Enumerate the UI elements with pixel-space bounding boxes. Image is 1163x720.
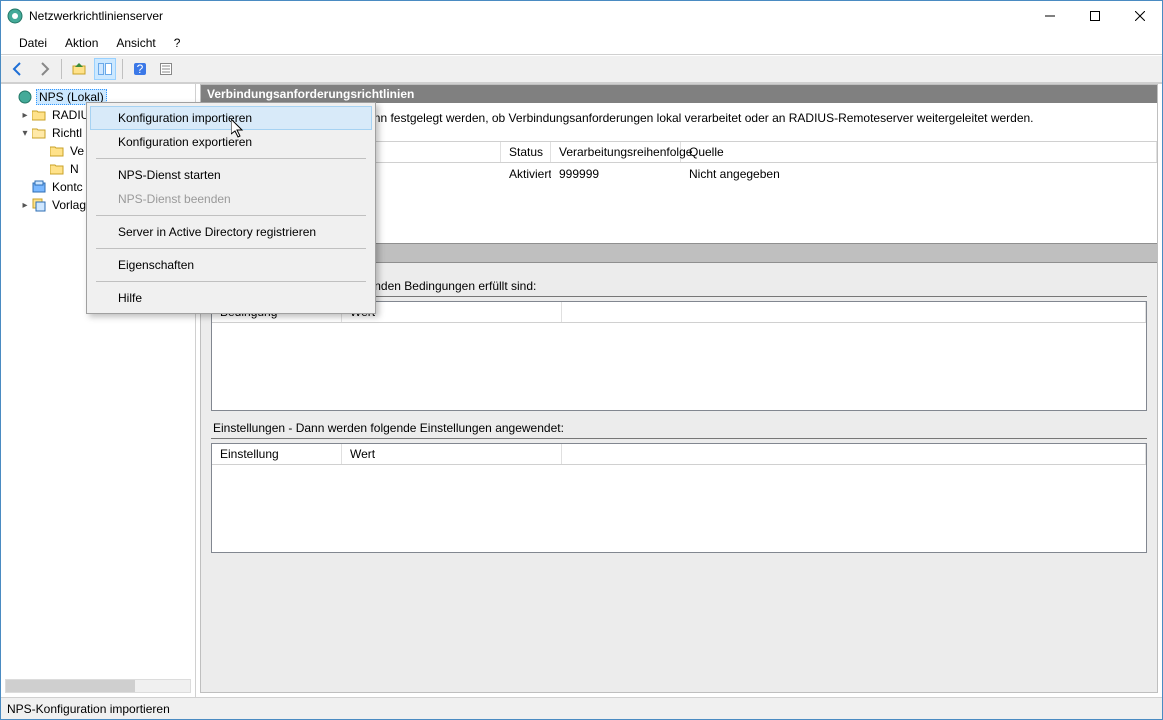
policy-source: Nicht angegeben	[681, 165, 1157, 183]
menu-file[interactable]: Datei	[11, 33, 55, 53]
cm-properties[interactable]: Eigenschaften	[90, 253, 372, 277]
settings-grid-header: Einstellung Wert	[212, 444, 1146, 465]
toolbar-separator	[61, 59, 62, 79]
details-pane: Bedingungen - Wenn die folgenden Bedingu…	[201, 263, 1157, 692]
expander-icon[interactable]: ▸	[19, 110, 31, 121]
titlebar: Netzwerkrichtlinienserver	[1, 1, 1162, 31]
section-title: Verbindungsanforderungsrichtlinien	[207, 87, 414, 101]
cm-separator	[96, 215, 366, 216]
expander-icon[interactable]: ▾	[19, 128, 31, 139]
conditions-col-spacer	[562, 302, 1146, 322]
tree-label: Ve	[68, 144, 86, 158]
menu-view[interactable]: Ansicht	[108, 33, 163, 53]
statusbar: NPS-Konfiguration importieren	[1, 697, 1162, 719]
cm-help[interactable]: Hilfe	[90, 286, 372, 310]
cm-import-config[interactable]: Konfiguration importieren	[90, 106, 372, 130]
maximize-button[interactable]	[1072, 1, 1117, 31]
context-menu: Konfiguration importieren Konfiguration …	[86, 102, 376, 314]
tree-label: Vorlag	[50, 198, 88, 212]
cm-separator	[96, 158, 366, 159]
menu-help[interactable]: ?	[166, 33, 189, 53]
settings-col-value[interactable]: Wert	[342, 444, 562, 464]
expander-icon[interactable]: ▸	[19, 200, 31, 211]
col-source[interactable]: Quelle	[681, 142, 1157, 162]
svg-text:?: ?	[137, 62, 144, 76]
cm-register-ad[interactable]: Server in Active Directory registrieren	[90, 220, 372, 244]
settings-grid[interactable]: Einstellung Wert	[211, 443, 1147, 553]
toolbar-separator	[122, 59, 123, 79]
properties-button[interactable]	[155, 58, 177, 80]
app-window: Netzwerkrichtlinienserver Datei Aktion A…	[0, 0, 1163, 720]
nps-icon	[17, 89, 33, 105]
section-header: Verbindungsanforderungsrichtlinien	[201, 85, 1157, 103]
cm-export-config[interactable]: Konfiguration exportieren	[90, 130, 372, 154]
menu-action[interactable]: Aktion	[57, 33, 106, 53]
folder-open-icon	[31, 125, 47, 141]
menubar: Datei Aktion Ansicht ?	[1, 31, 1162, 55]
cm-start-service[interactable]: NPS-Dienst starten	[90, 163, 372, 187]
minimize-button[interactable]	[1027, 1, 1072, 31]
up-button[interactable]	[68, 58, 90, 80]
tree-label: Kontc	[50, 180, 85, 194]
close-button[interactable]	[1117, 1, 1162, 31]
forward-button[interactable]	[33, 58, 55, 80]
statusbar-text: NPS-Konfiguration importieren	[7, 702, 170, 716]
toolbar: ?	[1, 55, 1162, 83]
settings-col-spacer	[562, 444, 1146, 464]
settings-col-setting[interactable]: Einstellung	[212, 444, 342, 464]
cm-separator	[96, 281, 366, 282]
back-button[interactable]	[7, 58, 29, 80]
cm-stop-service: NPS-Dienst beenden	[90, 187, 372, 211]
tree-scrollbar[interactable]	[5, 679, 191, 693]
show-hide-tree-button[interactable]	[94, 58, 116, 80]
tree-label: N	[68, 162, 81, 176]
help-button[interactable]: ?	[129, 58, 151, 80]
templates-icon	[31, 197, 47, 213]
tree-label: Richtl	[50, 126, 84, 140]
divider	[211, 438, 1147, 439]
col-status[interactable]: Status	[501, 142, 551, 162]
app-icon	[7, 8, 23, 24]
cm-separator	[96, 248, 366, 249]
settings-caption: Einstellungen - Dann werden folgende Ein…	[211, 411, 1147, 438]
col-order[interactable]: Verarbeitungsreihenfolge	[551, 142, 681, 162]
conditions-grid[interactable]: Bedingung Wert	[211, 301, 1147, 411]
policy-status: Aktiviert	[501, 165, 551, 183]
policy-order: 999999	[551, 165, 681, 183]
folder-icon	[49, 143, 65, 159]
folder-icon	[49, 161, 65, 177]
folder-icon	[31, 107, 47, 123]
accounting-icon	[31, 179, 47, 195]
window-title: Netzwerkrichtlinienserver	[29, 9, 163, 23]
